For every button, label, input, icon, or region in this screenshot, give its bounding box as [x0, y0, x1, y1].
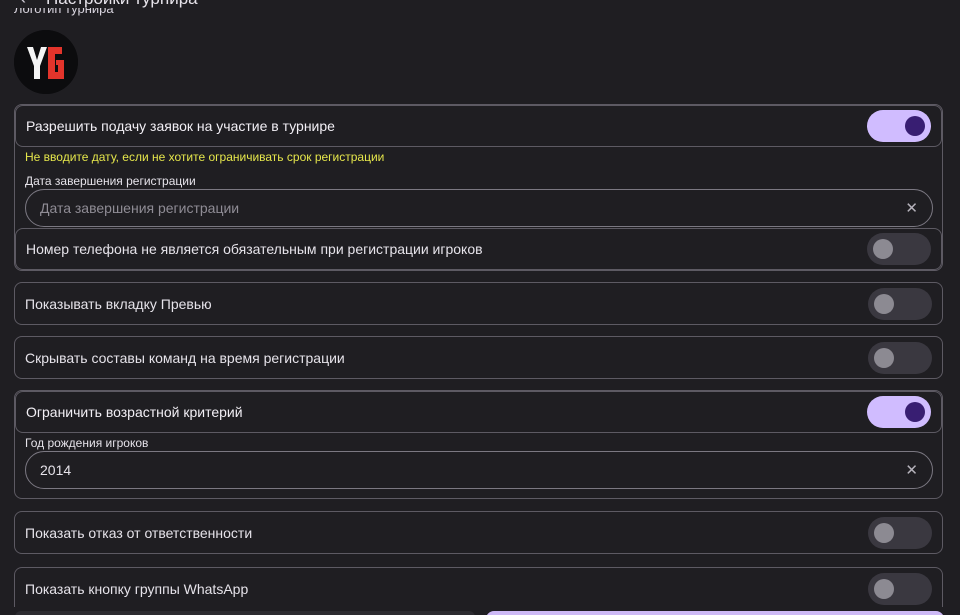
whatsapp-row[interactable]: Показать кнопку группы WhatsApp [15, 568, 942, 607]
preview-tab-card: Показывать вкладку Превью [14, 282, 943, 325]
disclaimer-toggle[interactable] [868, 517, 932, 549]
registration-card: Разрешить подачу заявок на участие в тур… [14, 104, 943, 271]
hide-rosters-toggle[interactable] [868, 342, 932, 374]
preview-tab-toggle[interactable] [868, 288, 932, 320]
registration-toggle-label: Разрешить подачу заявок на участие в тур… [26, 118, 335, 134]
preview-tab-row[interactable]: Показывать вкладку Превью [15, 283, 942, 325]
registration-toggle-row[interactable]: Разрешить подачу заявок на участие в тур… [15, 105, 942, 147]
tournament-logo[interactable] [14, 30, 78, 94]
hide-rosters-card: Скрывать составы команд на время регистр… [14, 336, 943, 379]
end-date-placeholder: Дата завершения регистрации [40, 200, 240, 216]
age-limit-label: Ограничить возрастной критерий [26, 404, 243, 420]
toggle-knob [874, 579, 894, 599]
birth-year-input[interactable]: 2014 ✕ [25, 451, 933, 489]
age-limit-toggle-row[interactable]: Ограничить возрастной критерий [15, 391, 942, 433]
toggle-knob [873, 239, 893, 259]
toggle-knob [874, 523, 894, 543]
birth-year-label: Год рождения игроков [25, 436, 149, 450]
secondary-action-button[interactable] [15, 611, 475, 615]
toggle-knob [874, 348, 894, 368]
age-limit-toggle[interactable] [867, 396, 931, 428]
hide-rosters-label: Скрывать составы команд на время регистр… [25, 350, 345, 366]
toggle-knob [905, 116, 925, 136]
toggle-knob [905, 402, 925, 422]
disclaimer-row[interactable]: Показать отказ от ответственности [15, 512, 942, 554]
disclaimer-card: Показать отказ от ответственности [14, 511, 943, 554]
yg-logo-image [14, 30, 78, 94]
whatsapp-card: Показать кнопку группы WhatsApp [14, 567, 943, 607]
whatsapp-label: Показать кнопку группы WhatsApp [25, 581, 249, 597]
logo-label-text: Логотип турнира [14, 8, 114, 16]
phone-optional-label: Номер телефона не является обязательным … [26, 241, 483, 257]
age-limit-card: Ограничить возрастной критерий Год рожде… [14, 390, 943, 499]
preview-tab-label: Показывать вкладку Превью [25, 296, 212, 312]
close-icon[interactable]: ✕ [905, 463, 918, 478]
end-date-label: Дата завершения регистрации [25, 174, 196, 188]
tournament-settings-page: ‹ Настройки турнира Логотип турнира Разр… [0, 0, 960, 615]
phone-optional-row[interactable]: Номер телефона не является обязательным … [15, 228, 942, 270]
phone-optional-toggle[interactable] [867, 233, 931, 265]
end-date-input[interactable]: Дата завершения регистрации ✕ [25, 189, 933, 227]
birth-year-value: 2014 [40, 462, 72, 478]
whatsapp-toggle[interactable] [868, 573, 932, 605]
close-icon[interactable]: ✕ [905, 201, 918, 216]
hide-rosters-row[interactable]: Скрывать составы команд на время регистр… [15, 337, 942, 379]
disclaimer-label: Показать отказ от ответственности [25, 525, 253, 541]
primary-action-button[interactable] [486, 611, 944, 615]
logo-section-label: Логотип турнира [14, 8, 214, 22]
toggle-knob [874, 294, 894, 314]
registration-hint: Не вводите дату, если не хотите ограничи… [25, 150, 385, 164]
registration-toggle[interactable] [867, 110, 931, 142]
